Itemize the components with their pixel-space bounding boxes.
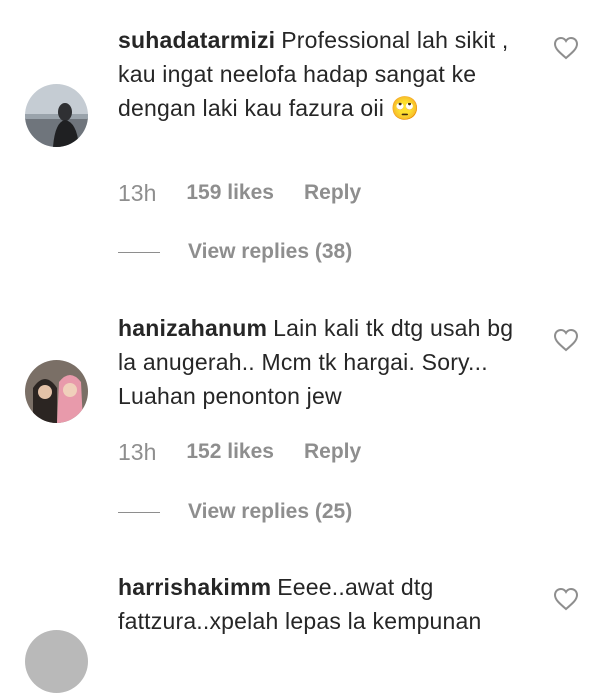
heart-outline-icon[interactable] — [553, 36, 579, 60]
heart-outline-icon[interactable] — [553, 328, 579, 352]
reply-button[interactable]: Reply — [304, 181, 361, 205]
comment-time: 13h — [118, 179, 157, 206]
divider-line — [118, 511, 160, 513]
comment-username[interactable]: suhadatarmizi — [118, 27, 275, 53]
heart-outline-icon[interactable] — [553, 587, 579, 611]
view-replies-button[interactable]: View replies (38) — [188, 240, 352, 264]
avatar[interactable] — [25, 360, 88, 423]
comment-likes[interactable]: 152 likes — [186, 440, 274, 464]
comment-likes[interactable]: 159 likes — [186, 181, 274, 205]
avatar[interactable] — [25, 84, 88, 147]
comment-username[interactable]: hanizahanum — [118, 315, 267, 341]
avatar[interactable] — [25, 630, 88, 693]
comment-username[interactable]: harrishakimm — [118, 574, 271, 600]
eye-roll-emoji: 🙄 — [390, 95, 420, 121]
divider-line — [118, 251, 160, 253]
view-replies-button[interactable]: View replies (25) — [188, 500, 352, 524]
comment-time: 13h — [118, 438, 157, 465]
reply-button[interactable]: Reply — [304, 440, 361, 464]
